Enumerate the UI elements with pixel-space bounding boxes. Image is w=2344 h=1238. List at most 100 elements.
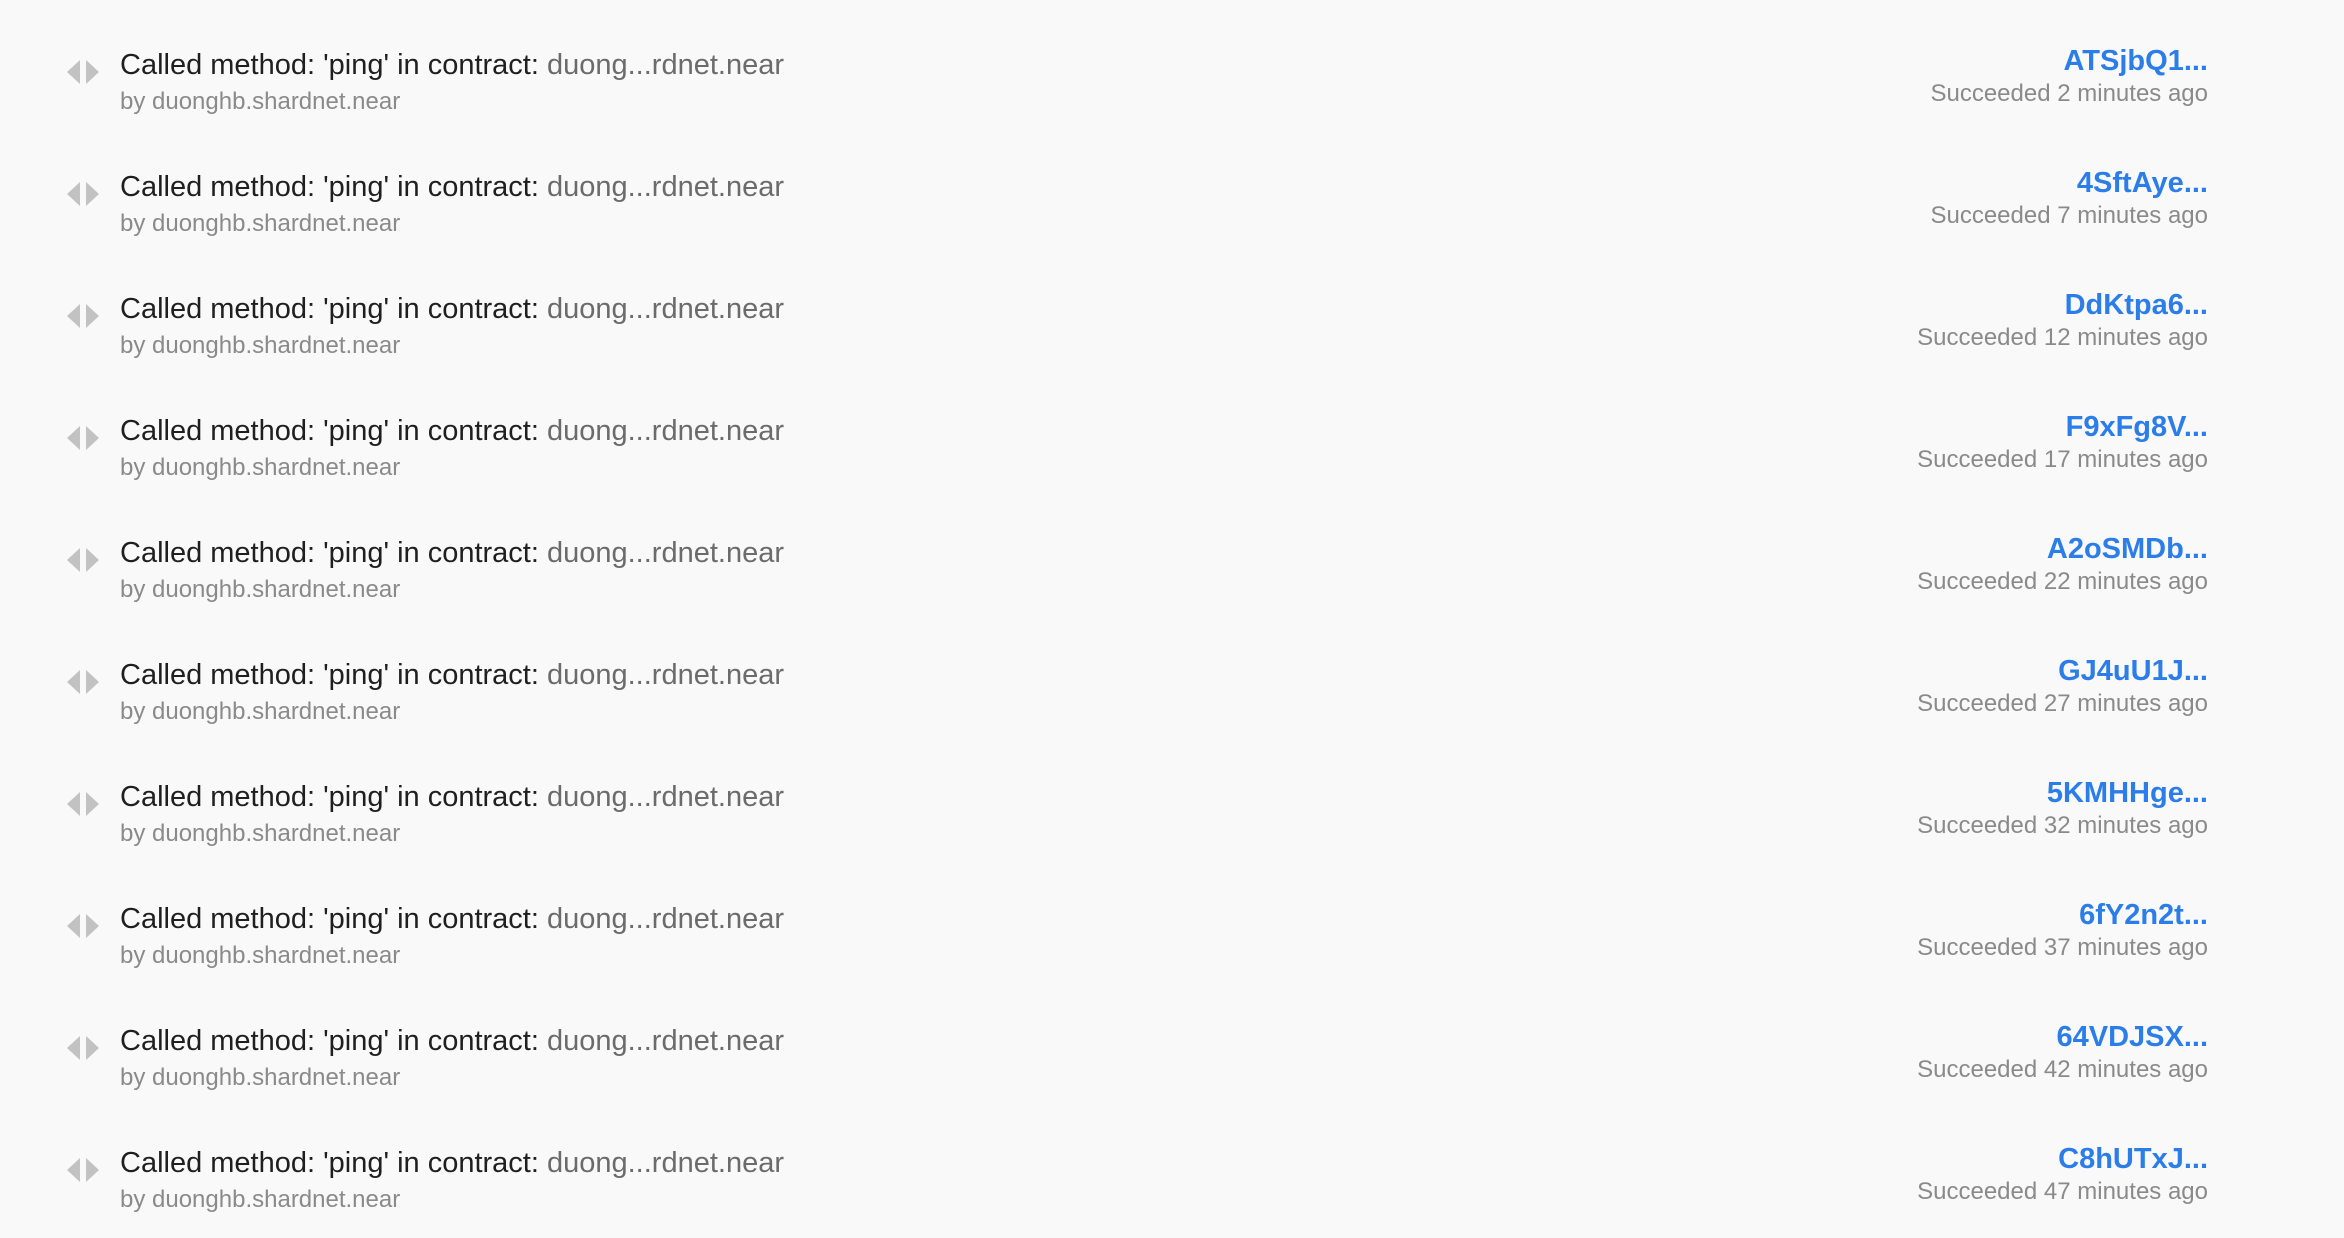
timestamp: 12 minutes ago: [2043, 324, 2208, 351]
code-brackets-icon: [64, 662, 102, 702]
method-call-text: Called method: 'ping' in contract:: [120, 49, 547, 81]
transaction-row: Called method: 'ping' in contract: duong…: [0, 366, 2344, 488]
transaction-meta: F9xFg8V... Succeeded 17 minutes ago: [1917, 408, 2208, 475]
signer-text: by duonghb.shardnet.near: [120, 1064, 401, 1091]
contract-link[interactable]: duong...rdnet.near: [547, 659, 784, 691]
transaction-row: Called method: 'ping' in contract: duong…: [0, 488, 2344, 610]
transaction-meta: 5KMHHge... Succeeded 32 minutes ago: [1917, 774, 2208, 841]
timestamp: 27 minutes ago: [2043, 690, 2208, 717]
contract-link[interactable]: duong...rdnet.near: [547, 903, 784, 935]
status-line: Succeeded 42 minutes ago: [1917, 1055, 2208, 1085]
transaction-row: Called method: 'ping' in contract: duong…: [0, 976, 2344, 1098]
signer-text: by duonghb.shardnet.near: [120, 332, 401, 359]
status-line: Succeeded 12 minutes ago: [1917, 323, 2208, 353]
transaction-hash-link[interactable]: 64VDJSX...: [1917, 1018, 2208, 1056]
transaction-title: Called method: 'ping' in contract: duong…: [120, 1022, 784, 1060]
method-call-text: Called method: 'ping' in contract:: [120, 903, 547, 935]
contract-link[interactable]: duong...rdnet.near: [547, 1147, 784, 1179]
contract-link[interactable]: duong...rdnet.near: [547, 171, 784, 203]
status-text: Succeeded: [1917, 568, 2038, 595]
transaction-title: Called method: 'ping' in contract: duong…: [120, 168, 784, 206]
transaction-hash-link[interactable]: C8hUTxJ...: [1917, 1140, 2208, 1178]
status-line: Succeeded 17 minutes ago: [1917, 445, 2208, 475]
transaction-meta: C8hUTxJ... Succeeded 47 minutes ago: [1917, 1140, 2208, 1207]
method-call-text: Called method: 'ping' in contract:: [120, 1147, 547, 1179]
transaction-meta: ATSjbQ1... Succeeded 2 minutes ago: [1930, 42, 2208, 109]
transaction-title: Called method: 'ping' in contract: duong…: [120, 46, 784, 84]
contract-link[interactable]: duong...rdnet.near: [547, 1025, 784, 1057]
timestamp: 32 minutes ago: [2043, 812, 2208, 839]
transaction-title: Called method: 'ping' in contract: duong…: [120, 778, 784, 816]
status-text: Succeeded: [1917, 1178, 2038, 1205]
transaction-title: Called method: 'ping' in contract: duong…: [120, 656, 784, 694]
code-brackets-icon: [64, 784, 102, 824]
timestamp: 22 minutes ago: [2043, 568, 2208, 595]
status-line: Succeeded 7 minutes ago: [1930, 201, 2208, 231]
timestamp: 2 minutes ago: [2057, 80, 2208, 107]
status-line: Succeeded 2 minutes ago: [1930, 79, 2208, 109]
contract-link[interactable]: duong...rdnet.near: [547, 49, 784, 81]
transaction-title: Called method: 'ping' in contract: duong…: [120, 290, 784, 328]
transaction-title: Called method: 'ping' in contract: duong…: [120, 900, 784, 938]
transaction-hash-link[interactable]: F9xFg8V...: [1917, 408, 2208, 446]
transaction-row: Called method: 'ping' in contract: duong…: [0, 0, 2344, 122]
method-call-text: Called method: 'ping' in contract:: [120, 781, 547, 813]
transaction-title: Called method: 'ping' in contract: duong…: [120, 534, 784, 572]
status-line: Succeeded 47 minutes ago: [1917, 1177, 2208, 1207]
signer-text: by duonghb.shardnet.near: [120, 210, 401, 237]
transaction-row: Called method: 'ping' in contract: duong…: [0, 1098, 2344, 1220]
timestamp: 37 minutes ago: [2043, 934, 2208, 961]
timestamp: 47 minutes ago: [2043, 1178, 2208, 1205]
status-line: Succeeded 27 minutes ago: [1917, 689, 2208, 719]
status-text: Succeeded: [1917, 1056, 2038, 1083]
signer-text: by duonghb.shardnet.near: [120, 698, 401, 725]
timestamp: 17 minutes ago: [2043, 446, 2208, 473]
status-text: Succeeded: [1917, 446, 2038, 473]
transaction-hash-link[interactable]: A2oSMDb...: [1917, 530, 2208, 568]
status-text: Succeeded: [1917, 690, 2038, 717]
transaction-hash-link[interactable]: 4SftAye...: [1930, 164, 2208, 202]
transaction-title: Called method: 'ping' in contract: duong…: [120, 412, 784, 450]
transaction-hash-link[interactable]: DdKtpa6...: [1917, 286, 2208, 324]
transaction-meta: 64VDJSX... Succeeded 42 minutes ago: [1917, 1018, 2208, 1085]
transaction-row: Called method: 'ping' in contract: duong…: [0, 854, 2344, 976]
transaction-row: Called method: 'ping' in contract: duong…: [0, 610, 2344, 732]
status-line: Succeeded 37 minutes ago: [1917, 933, 2208, 963]
transaction-hash-link[interactable]: 5KMHHge...: [1917, 774, 2208, 812]
signer-text: by duonghb.shardnet.near: [120, 820, 401, 847]
contract-link[interactable]: duong...rdnet.near: [547, 293, 784, 325]
signer-text: by duonghb.shardnet.near: [120, 576, 401, 603]
code-brackets-icon: [64, 52, 102, 92]
code-brackets-icon: [64, 906, 102, 946]
status-text: Succeeded: [1917, 812, 2038, 839]
status-line: Succeeded 22 minutes ago: [1917, 567, 2208, 597]
code-brackets-icon: [64, 1150, 102, 1190]
signer-text: by duonghb.shardnet.near: [120, 88, 401, 115]
status-text: Succeeded: [1930, 202, 2051, 229]
status-text: Succeeded: [1917, 934, 2038, 961]
status-text: Succeeded: [1930, 80, 2051, 107]
transaction-hash-link[interactable]: ATSjbQ1...: [1930, 42, 2208, 80]
transaction-meta: 4SftAye... Succeeded 7 minutes ago: [1930, 164, 2208, 231]
transaction-meta: GJ4uU1J... Succeeded 27 minutes ago: [1917, 652, 2208, 719]
method-call-text: Called method: 'ping' in contract:: [120, 1025, 547, 1057]
transaction-hash-link[interactable]: GJ4uU1J...: [1917, 652, 2208, 690]
method-call-text: Called method: 'ping' in contract:: [120, 171, 547, 203]
method-call-text: Called method: 'ping' in contract:: [120, 537, 547, 569]
method-call-text: Called method: 'ping' in contract:: [120, 659, 547, 691]
status-line: Succeeded 32 minutes ago: [1917, 811, 2208, 841]
transaction-meta: DdKtpa6... Succeeded 12 minutes ago: [1917, 286, 2208, 353]
contract-link[interactable]: duong...rdnet.near: [547, 537, 784, 569]
code-brackets-icon: [64, 1028, 102, 1068]
transaction-row: Called method: 'ping' in contract: duong…: [0, 244, 2344, 366]
transaction-row: Called method: 'ping' in contract: duong…: [0, 732, 2344, 854]
transaction-meta: 6fY2n2t... Succeeded 37 minutes ago: [1917, 896, 2208, 963]
contract-link[interactable]: duong...rdnet.near: [547, 781, 784, 813]
transaction-hash-link[interactable]: 6fY2n2t...: [1917, 896, 2208, 934]
contract-link[interactable]: duong...rdnet.near: [547, 415, 784, 447]
signer-text: by duonghb.shardnet.near: [120, 1186, 401, 1213]
code-brackets-icon: [64, 296, 102, 336]
status-text: Succeeded: [1917, 324, 2038, 351]
signer-text: by duonghb.shardnet.near: [120, 942, 401, 969]
transaction-row: Called method: 'ping' in contract: duong…: [0, 122, 2344, 244]
